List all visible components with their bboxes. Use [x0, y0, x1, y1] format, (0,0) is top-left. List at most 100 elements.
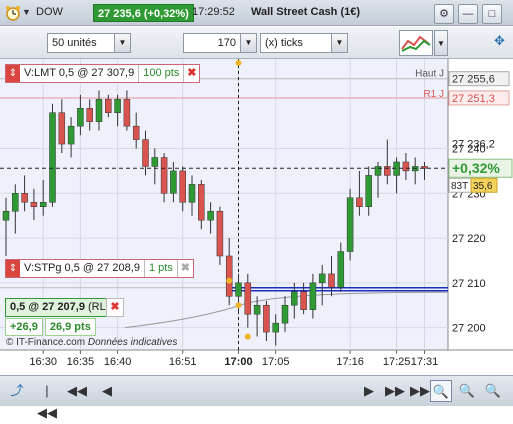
sell-order-icon: ⇕ — [6, 65, 20, 82]
chevron-down-icon[interactable]: ▼ — [22, 7, 31, 17]
candle-body — [151, 157, 159, 167]
ticks-unit-select[interactable]: (x) ticks ▼ — [260, 33, 348, 53]
navigation-icon[interactable]: ✥ — [494, 33, 512, 53]
chevron-down-icon[interactable]: ▼ — [331, 34, 347, 52]
disclaimer: Données indicatives — [87, 337, 178, 348]
trade-marker — [244, 333, 251, 340]
candle-body — [365, 175, 372, 207]
price-tick-label: 27 220 — [452, 233, 486, 245]
symbol-name[interactable]: DOW — [36, 6, 63, 18]
close-icon[interactable]: ✖ — [183, 65, 199, 82]
order-toolbar: 50 unités ▼ 170 ▼ (x) ticks ▼ ▼ ✥ — [0, 27, 513, 59]
scroll-end-icon[interactable]: ▶▶| — [410, 380, 433, 402]
ticks-count: 83T — [451, 181, 468, 192]
candle-body — [281, 304, 289, 324]
time-tick-label: 17:16 — [336, 356, 364, 368]
chart-area[interactable]: 27 240 27 230 27 220 27 210 27 200 16:30 16:35… — [0, 59, 513, 375]
price-badge: 27 235,6 (+0,32%) — [93, 4, 194, 22]
pnl-value: 26,9 pts — [44, 318, 96, 336]
limit-order-tag[interactable]: ⇕ V:LMT 0,5 @ 27 307,9 100 pts ✖ — [5, 64, 201, 83]
daily-high-value: 27 255,6 — [452, 74, 495, 86]
candle-body — [160, 157, 168, 194]
candle-body — [58, 112, 66, 145]
chart-type-button[interactable] — [399, 30, 433, 56]
price-tag-label: 27 236,2 — [452, 139, 495, 151]
scroll-back-fast-icon[interactable]: ◀◀ — [66, 380, 88, 402]
chart-type-icon — [401, 35, 431, 52]
stop-order-tag[interactable]: ⇕ V:STPg 0,5 @ 27 208,9 1 pts ✖ — [5, 259, 194, 278]
time-tick-label: 17:31 — [411, 356, 439, 368]
time-tick-label: 16:51 — [169, 356, 197, 368]
ticks-unit: (x) ticks — [265, 37, 303, 49]
scroll-forward-icon[interactable]: ▶ — [358, 380, 380, 402]
minimize-icon[interactable]: — — [458, 4, 478, 24]
zoom-in-icon[interactable]: 🔍 — [482, 380, 504, 402]
position-tag[interactable]: 0,5 @ 27 207,9 (RL) ✖ +26,9 26,9 pts — [5, 298, 124, 336]
ticks-input[interactable]: 170 ▼ — [183, 33, 257, 53]
time-tick-label: 16:40 — [104, 356, 132, 368]
candle-body — [170, 170, 177, 194]
candle-body — [188, 184, 196, 203]
candle-body — [95, 99, 103, 122]
candle-body — [2, 210, 10, 221]
settings-icon[interactable]: ⚙ — [434, 4, 454, 24]
candle-body — [30, 202, 38, 207]
time-tick-label: 17:25 — [383, 356, 411, 368]
zoom-out-icon[interactable]: 🔍 — [456, 380, 478, 402]
sell-order-icon: ⇕ — [6, 260, 20, 277]
clock: 17:29:52 — [192, 6, 235, 18]
close-icon[interactable]: ✖ — [176, 260, 193, 277]
scroll-start-icon[interactable]: |◀◀ — [36, 380, 58, 420]
chevron-down-icon[interactable]: ▼ — [434, 30, 448, 56]
change-value: +0,32% — [452, 160, 500, 176]
scroll-back-icon[interactable]: ◀ — [96, 380, 118, 402]
limit-order-pts: 100 pts — [138, 65, 183, 82]
stop-order-label: V:STPg 0,5 @ 27 208,9 — [24, 262, 140, 274]
alarm-clock-icon[interactable] — [4, 4, 22, 22]
candle-body — [105, 99, 112, 113]
ticks-value: 170 — [217, 37, 236, 49]
candle-body — [300, 291, 307, 310]
price-tick-label: 27 210 — [452, 278, 486, 290]
chevron-down-icon[interactable]: ▼ — [114, 34, 130, 52]
maximize-icon[interactable]: □ — [482, 4, 502, 24]
chevron-down-icon[interactable]: ▼ — [240, 34, 256, 52]
candle-body — [67, 125, 75, 145]
time-tick-label: 17:00 — [224, 356, 252, 368]
candle-body — [263, 304, 270, 333]
candle-body — [244, 282, 252, 315]
candle-body — [328, 273, 335, 288]
cursor-dot — [235, 60, 242, 66]
candle-body — [272, 322, 279, 333]
candle-body — [337, 251, 345, 288]
close-position-icon[interactable]: ✖ — [106, 298, 124, 317]
candle-body — [309, 282, 317, 310]
time-tick-label: 17:05 — [262, 356, 290, 368]
daily-high-label: Haut J — [415, 69, 444, 80]
candle-body — [235, 282, 242, 297]
candle-body — [356, 197, 363, 207]
share-icon[interactable]: ⤴ — [6, 380, 28, 402]
resistance-label: R1 J — [423, 89, 444, 100]
candle-body — [39, 202, 47, 207]
candle-body — [318, 273, 326, 284]
candle-body — [291, 291, 298, 306]
candle-body — [114, 99, 121, 113]
candle-body — [132, 125, 140, 140]
stop-order-pts: 1 pts — [143, 260, 177, 277]
scroll-forward-fast-icon[interactable]: ▶▶ — [384, 380, 406, 402]
candle-body — [402, 161, 410, 172]
candle-body — [142, 139, 149, 167]
candle-body — [77, 107, 84, 127]
units-select[interactable]: 50 unités ▼ — [47, 33, 131, 53]
candle-body — [123, 99, 131, 127]
resistance-value: 27 251,3 — [452, 93, 495, 105]
trade-marker — [226, 277, 233, 284]
candle-body — [346, 197, 354, 252]
candle-body — [225, 255, 233, 297]
zoom-select-icon[interactable]: 🔍 — [430, 380, 452, 402]
trade-marker — [235, 302, 242, 309]
price-tick-label: 27 200 — [452, 323, 486, 335]
candle-body — [12, 193, 19, 212]
candle-body — [179, 170, 186, 203]
